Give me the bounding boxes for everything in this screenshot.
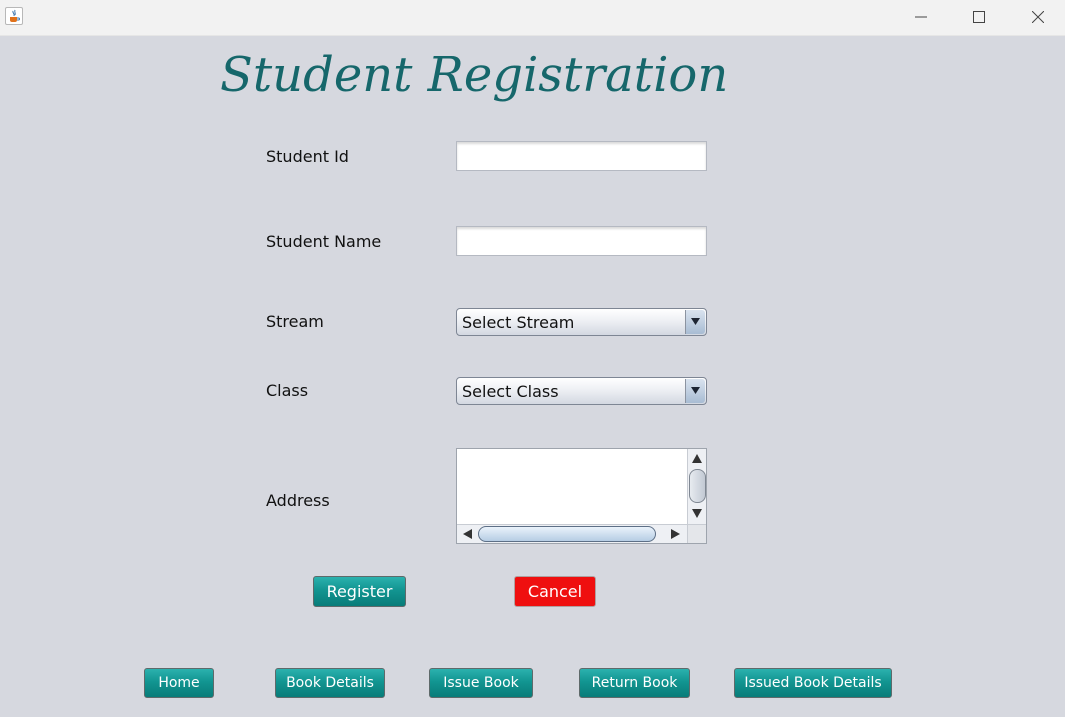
maximize-button[interactable] — [956, 0, 1002, 35]
book-details-button[interactable]: Book Details — [275, 668, 385, 698]
close-button[interactable] — [1015, 0, 1061, 35]
horizontal-scroll-thumb[interactable] — [478, 526, 656, 542]
vertical-scroll-thumb[interactable] — [689, 469, 706, 503]
student-id-input[interactable] — [456, 141, 707, 171]
class-dropdown-arrow[interactable] — [685, 379, 705, 403]
maximize-icon — [973, 11, 985, 23]
issue-book-button[interactable]: Issue Book — [429, 668, 533, 698]
register-button[interactable]: Register — [313, 576, 406, 607]
class-dropdown[interactable]: Select Class — [456, 377, 707, 405]
scroll-right-icon[interactable] — [671, 529, 680, 539]
window-title-bar — [0, 0, 1065, 36]
scroll-left-icon[interactable] — [463, 529, 472, 539]
stream-selected-value: Select Stream — [462, 313, 575, 332]
class-label: Class — [266, 381, 309, 400]
chevron-down-icon — [691, 387, 700, 394]
address-label: Address — [266, 491, 330, 510]
scroll-up-icon[interactable] — [692, 454, 702, 463]
address-horizontal-scrollbar[interactable] — [457, 524, 688, 543]
scrollbar-corner — [687, 524, 706, 543]
home-button[interactable]: Home — [144, 668, 214, 698]
return-book-button[interactable]: Return Book — [579, 668, 690, 698]
scroll-down-icon[interactable] — [692, 509, 702, 518]
address-scroll-pane — [456, 448, 707, 544]
close-icon — [1032, 11, 1044, 23]
stream-dropdown[interactable]: Select Stream — [456, 308, 707, 336]
class-selected-value: Select Class — [462, 382, 559, 401]
address-textarea[interactable] — [457, 449, 688, 525]
cancel-button[interactable]: Cancel — [514, 576, 596, 607]
page-title: Student Registration — [220, 47, 729, 103]
student-id-label: Student Id — [266, 147, 349, 166]
minimize-button[interactable] — [898, 0, 944, 35]
stream-dropdown-arrow[interactable] — [685, 310, 705, 334]
student-name-input[interactable] — [456, 226, 707, 256]
java-app-icon — [5, 7, 23, 25]
minimize-icon — [915, 16, 927, 18]
address-vertical-scrollbar[interactable] — [687, 449, 706, 525]
stream-label: Stream — [266, 312, 324, 331]
student-name-label: Student Name — [266, 232, 382, 251]
chevron-down-icon — [691, 318, 700, 325]
issued-book-details-button[interactable]: Issued Book Details — [734, 668, 892, 698]
